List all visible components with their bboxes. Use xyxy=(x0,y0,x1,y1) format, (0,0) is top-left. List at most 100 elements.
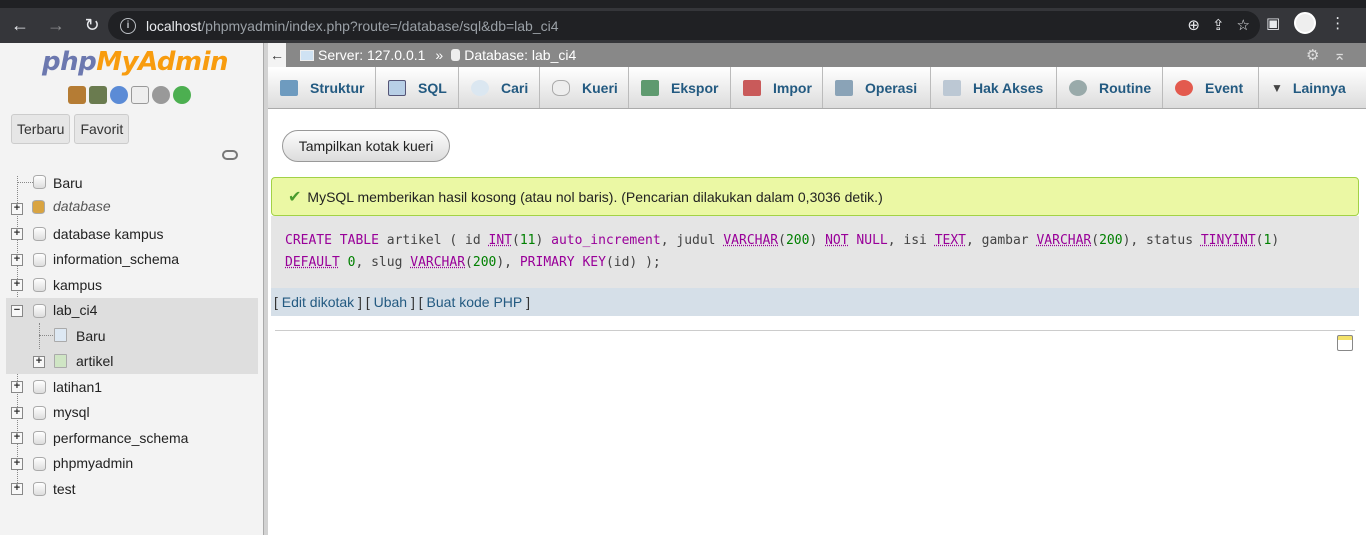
favorite-tables-button[interactable]: Favorit xyxy=(74,114,130,144)
help-icon[interactable] xyxy=(110,86,128,104)
expand-icon[interactable]: + xyxy=(11,202,23,215)
success-message: ✔ MySQL memberikan hasil kosong (atau no… xyxy=(271,177,1359,216)
tree-item-mysql[interactable]: + mysql xyxy=(0,400,258,426)
share-icon[interactable]: ⇪ xyxy=(1212,16,1225,34)
tab-sql[interactable]: SQL xyxy=(376,67,459,108)
export-icon xyxy=(641,79,659,96)
database-icon xyxy=(33,482,46,496)
query-icon xyxy=(552,79,570,96)
phpmyadmin-logo[interactable]: phpMyAdmin xyxy=(42,47,229,77)
reload-nav-icon[interactable] xyxy=(173,86,191,104)
tree-item-test[interactable]: + test xyxy=(0,476,258,502)
settings-gear-icon[interactable]: ⚙ xyxy=(1306,46,1319,64)
site-info-icon[interactable]: i xyxy=(120,17,136,34)
zoom-icon[interactable]: ⊕ xyxy=(1187,16,1200,34)
tab-lainnya[interactable]: ▼ Lainnya xyxy=(1259,67,1366,108)
tree-item-database-kampus[interactable]: + database kampus xyxy=(0,221,258,247)
tab-event[interactable]: Event xyxy=(1163,67,1259,108)
privileges-icon xyxy=(943,79,961,96)
sidebar-resizer[interactable] xyxy=(264,43,268,535)
tree-item-information-schema[interactable]: + information_schema xyxy=(0,247,258,273)
expand-icon[interactable]: + xyxy=(11,381,23,393)
database-tree: Baru + database + database kampus + info… xyxy=(0,170,258,502)
expand-icon[interactable]: + xyxy=(11,483,23,495)
recent-tables-button[interactable]: Terbaru xyxy=(11,114,71,144)
tab-ekspor[interactable]: Ekspor xyxy=(629,67,731,108)
expand-icon[interactable]: + xyxy=(11,406,23,419)
show-query-box-button[interactable]: Tampilkan kotak kueri xyxy=(282,130,450,162)
tab-cari[interactable]: Cari xyxy=(459,67,540,108)
expand-icon[interactable]: + xyxy=(33,355,45,368)
chevron-down-icon: ▼ xyxy=(1271,80,1283,95)
tab-kueri[interactable]: Kueri xyxy=(540,67,629,108)
logout-icon[interactable] xyxy=(89,86,107,104)
expand-icon[interactable]: + xyxy=(11,432,23,444)
reload-button[interactable]: ↻ xyxy=(76,10,108,42)
tab-routine[interactable]: Routine xyxy=(1057,67,1163,108)
collapse-icon[interactable]: − xyxy=(11,304,23,317)
database-icon xyxy=(33,227,46,241)
tree-item-artikel[interactable]: + artikel xyxy=(6,348,258,374)
tree-item-performance-schema[interactable]: + performance_schema xyxy=(0,425,258,451)
browser-toolbar: ← → ↻ i localhost/phpmyadmin/index.php?r… xyxy=(0,0,1366,43)
browser-menu-icon[interactable]: ⋮ xyxy=(1330,14,1345,32)
sql-icon xyxy=(388,79,406,96)
success-text: MySQL memberikan hasil kosong (atau nol … xyxy=(307,188,883,205)
edit-link[interactable]: Ubah xyxy=(374,294,407,310)
database-icon xyxy=(33,252,46,267)
address-bar[interactable]: i localhost/phpmyadmin/index.php?route=/… xyxy=(108,11,1260,40)
bookmark-star-icon[interactable]: ☆ xyxy=(1237,16,1250,34)
breadcrumb-database[interactable]: Database: lab_ci4 xyxy=(451,47,576,63)
tree-item-kampus[interactable]: + kampus xyxy=(0,272,258,298)
tree-item-latihan1[interactable]: + latihan1 xyxy=(0,374,258,400)
operations-icon xyxy=(835,79,853,96)
search-icon xyxy=(471,79,489,96)
tree-item-database[interactable]: + database xyxy=(0,196,258,222)
database-tabs: Struktur SQL Cari Kueri Ekspor Impor Ope… xyxy=(268,67,1366,109)
database-icon xyxy=(33,431,46,445)
tree-item-phpmyadmin[interactable]: + phpmyadmin xyxy=(0,451,258,477)
database-icon xyxy=(33,303,46,318)
expand-icon[interactable]: + xyxy=(11,457,23,470)
structure-icon xyxy=(280,79,298,96)
server-icon xyxy=(300,49,314,61)
create-php-code-link[interactable]: Buat kode PHP xyxy=(427,294,523,310)
breadcrumb-server[interactable]: Server: 127.0.0.1 xyxy=(300,47,425,63)
forward-button[interactable]: → xyxy=(40,10,72,42)
tab-hak-akses[interactable]: Hak Akses xyxy=(931,67,1057,108)
sql-actions: [ Edit dikotak ] [ Ubah ] [ Buat kode PH… xyxy=(271,288,1359,316)
expand-icon[interactable]: + xyxy=(11,279,23,291)
tree-item-lab-ci4-new[interactable]: Baru xyxy=(6,323,258,361)
collapse-nav-arrow-icon[interactable]: ← xyxy=(268,43,286,67)
collapse-top-icon[interactable]: ⌅ xyxy=(1333,46,1346,64)
navigation-panel: phpMyAdmin Terbaru Favorit Baru + databa… xyxy=(0,43,264,535)
url-host: localhost xyxy=(146,17,202,34)
database-icon xyxy=(33,405,46,420)
side-panel-icon[interactable]: ▣ xyxy=(1266,14,1280,32)
tab-struktur[interactable]: Struktur xyxy=(268,67,376,108)
back-button[interactable]: ← xyxy=(4,10,36,42)
bookmark-note-icon[interactable] xyxy=(1337,335,1353,351)
new-table-icon xyxy=(54,328,67,342)
breadcrumb: ← Server: 127.0.0.1 » Database: lab_ci4 … xyxy=(268,43,1366,67)
import-icon xyxy=(743,79,761,96)
tab-impor[interactable]: Impor xyxy=(731,67,823,108)
quick-icons xyxy=(68,86,191,104)
link-with-main-icon[interactable] xyxy=(222,150,238,160)
home-icon[interactable] xyxy=(68,86,86,104)
tree-item-new[interactable]: Baru xyxy=(0,170,258,196)
settings-icon[interactable] xyxy=(152,86,170,104)
edit-inline-link[interactable]: Edit dikotak xyxy=(282,294,354,310)
database-icon xyxy=(451,49,461,61)
profile-avatar[interactable] xyxy=(1294,12,1317,34)
events-icon xyxy=(1175,79,1193,96)
database-group-icon xyxy=(32,199,45,214)
sql-query-display: CREATE TABLE artikel ( id INT(11) auto_i… xyxy=(271,216,1359,288)
breadcrumb-separator: » xyxy=(435,47,444,63)
tree-item-lab-ci4[interactable]: − lab_ci4 xyxy=(6,297,258,323)
expand-icon[interactable]: + xyxy=(11,253,23,266)
tab-operasi[interactable]: Operasi xyxy=(823,67,931,108)
check-icon: ✔ xyxy=(288,188,302,206)
expand-icon[interactable]: + xyxy=(11,228,23,240)
docs-icon[interactable] xyxy=(131,86,149,104)
